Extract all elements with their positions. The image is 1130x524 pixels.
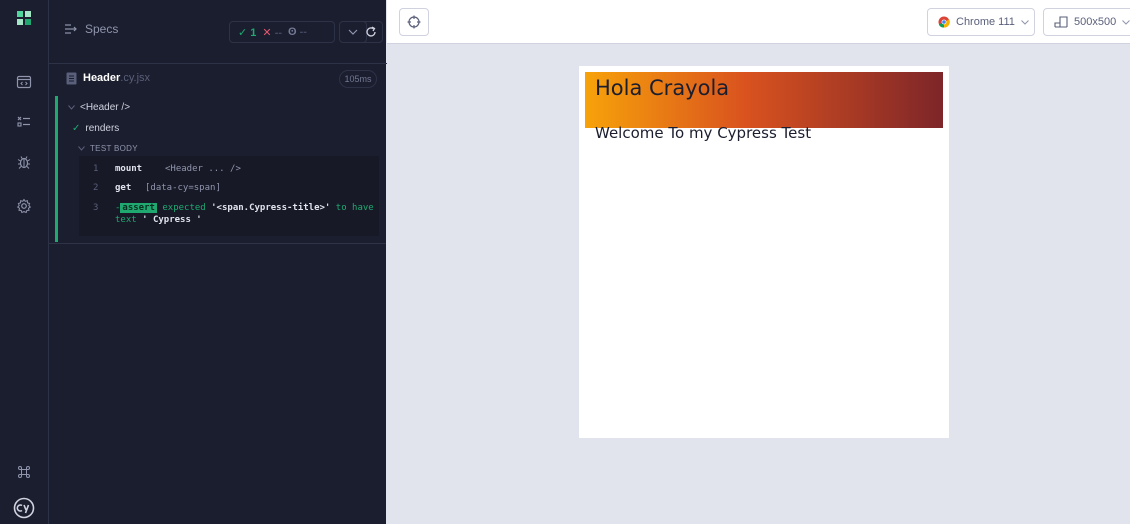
cypress-logo-icon[interactable] <box>0 0 48 36</box>
crosshair-icon <box>407 15 421 29</box>
chevron-down-icon <box>1021 19 1029 25</box>
command-number: 3 <box>93 203 99 213</box>
viewport-label: 500x500 <box>1074 16 1117 28</box>
cypress-cy-logo-icon[interactable] <box>0 490 48 524</box>
assert-message-cont: text ' Cypress ' <box>115 215 202 225</box>
header-title: Hola Crayola <box>595 76 730 100</box>
assert-badge: assert <box>120 203 157 213</box>
spec-duration-badge: 105ms <box>339 70 377 88</box>
chevron-down-icon <box>348 29 358 35</box>
pass-check-icon: ✓ <box>72 123 81 134</box>
runs-icon[interactable] <box>0 104 48 140</box>
selector-playground-button[interactable] <box>399 8 429 36</box>
test-title: renders <box>85 123 120 134</box>
assert-message: - assert expected '<span.Cypress-title>' … <box>115 203 374 213</box>
spec-file-name: Header.cy.jsx <box>83 72 151 84</box>
refresh-icon <box>365 26 376 37</box>
pending-count: ʘ -- <box>288 26 307 38</box>
viewport-select-button[interactable]: 500x500 <box>1043 8 1130 36</box>
failed-count: ✕ -- <box>262 26 283 39</box>
sidebar-toggle-icon <box>65 24 77 34</box>
side-nav <box>0 0 48 524</box>
command-message: [data-cy=span] <box>145 183 221 193</box>
browser-label: Chrome 111 <box>956 16 1015 28</box>
suite-title-row[interactable]: <Header /> <box>68 102 130 113</box>
suite-title: <Header /> <box>80 102 131 113</box>
specs-toggle-button[interactable]: Specs <box>65 22 118 36</box>
command-number: 1 <box>93 164 99 174</box>
reporter-divider <box>48 243 386 244</box>
reporter-panel: Specs ✓ 1 ✕ -- ʘ -- Header.cy.jsx 105ms … <box>48 0 387 524</box>
test-stats: ✓ 1 ✕ -- ʘ -- <box>229 21 335 43</box>
test-title-row[interactable]: ✓ renders <box>72 123 119 134</box>
command-message: <Header ... /> <box>165 164 241 174</box>
specs-list-icon[interactable] <box>0 64 48 100</box>
command-number: 2 <box>93 183 99 193</box>
settings-gear-icon[interactable] <box>0 188 48 224</box>
viewport-icon <box>1054 16 1068 28</box>
chrome-icon <box>938 16 950 28</box>
spec-file-row[interactable]: Header.cy.jsx 105ms <box>49 64 387 94</box>
chevron-down-icon <box>78 146 85 151</box>
reporter-header: Specs ✓ 1 ✕ -- ʘ -- <box>49 0 387 64</box>
test-suite: <Header /> ✓ renders TEST BODY 1 mount <… <box>55 96 381 242</box>
command-name: mount <box>115 164 143 174</box>
header-subtitle: Welcome To my Cypress Test <box>595 124 812 142</box>
command-name: get <box>115 183 132 193</box>
app-under-test-frame: Hola Crayola Welcome To my Cypress Test <box>579 66 949 438</box>
debug-bug-icon[interactable] <box>0 144 48 180</box>
chevron-down-icon <box>68 105 75 110</box>
preview-toolbar: Chrome 111 500x500 <box>387 0 1130 44</box>
rerun-button[interactable] <box>359 21 383 43</box>
chevron-down-icon <box>1122 19 1130 25</box>
test-body-toggle[interactable]: TEST BODY <box>78 144 138 153</box>
command-log: 1 mount <Header ... /> 2 get [data-cy=sp… <box>79 156 379 236</box>
specs-label: Specs <box>85 22 119 36</box>
keyboard-shortcuts-icon[interactable] <box>0 454 48 490</box>
test-body-label: TEST BODY <box>90 144 138 153</box>
passed-count: ✓ 1 <box>238 26 257 39</box>
file-icon <box>66 72 77 85</box>
browser-select-button[interactable]: Chrome 111 <box>927 8 1035 36</box>
header-banner: Hola Crayola Welcome To my Cypress Test <box>585 72 943 142</box>
